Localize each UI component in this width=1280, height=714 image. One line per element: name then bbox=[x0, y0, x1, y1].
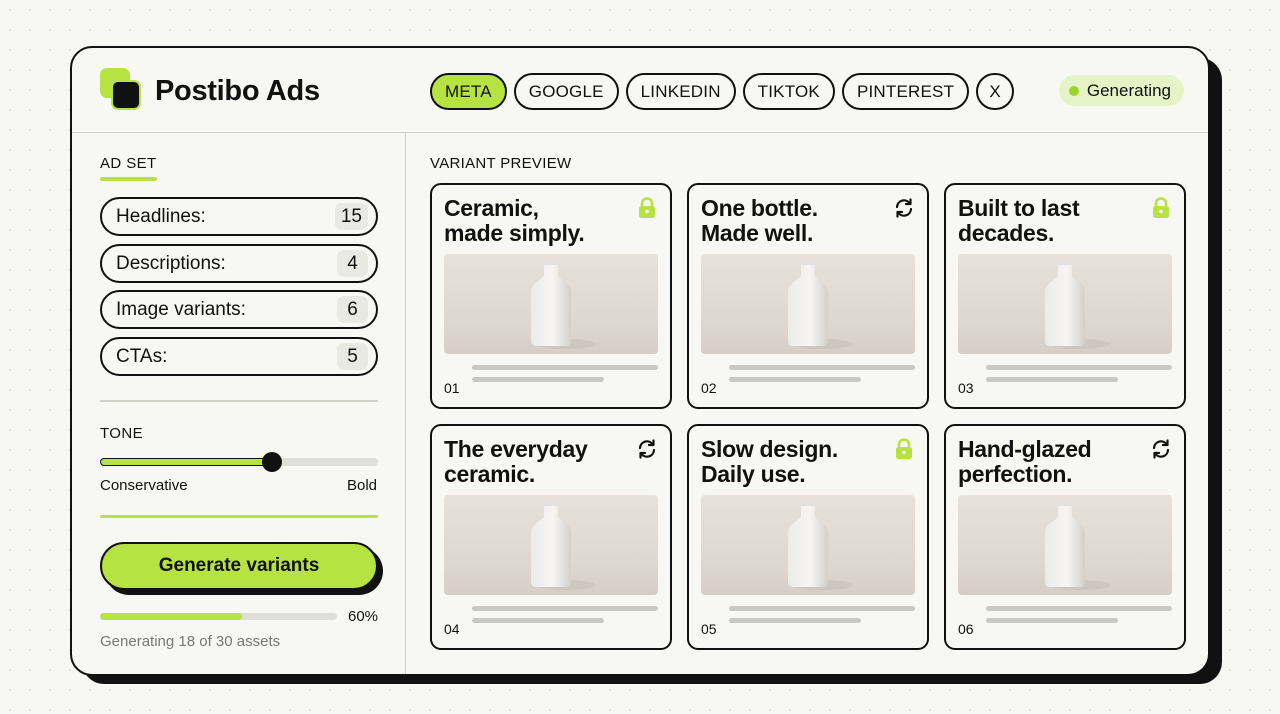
image-variants-label: Image variants: bbox=[116, 298, 246, 320]
variant-grid: Ceramic, made simply. 01 One bottle. Mad… bbox=[430, 183, 1186, 650]
descriptions-value: 4 bbox=[337, 250, 368, 277]
descriptions-count[interactable]: Descriptions: 4 bbox=[100, 244, 378, 283]
logo-icon bbox=[100, 68, 144, 112]
headlines-label: Headlines: bbox=[116, 205, 206, 227]
headlines-count[interactable]: Headlines: 15 bbox=[100, 197, 378, 236]
tone-slider-fill bbox=[100, 458, 273, 466]
sidebar: AD SET Headlines: 15 Descriptions: 4 Ima… bbox=[72, 133, 406, 674]
variant-number: 06 bbox=[958, 621, 974, 637]
sidebar-divider bbox=[100, 400, 378, 402]
ctas-label: CTAs: bbox=[116, 345, 168, 367]
variant-headline-line2: ceramic. bbox=[444, 461, 535, 487]
product-image bbox=[958, 254, 1172, 354]
variant-card-05[interactable]: Slow design. Daily use. 05 bbox=[687, 424, 929, 650]
variant-headline-line1: One bottle. bbox=[701, 195, 818, 221]
tab-pinterest[interactable]: PINTEREST bbox=[841, 73, 970, 110]
tone-min-label: Conservative bbox=[100, 477, 188, 494]
lock-icon[interactable] bbox=[893, 438, 915, 460]
tab-google[interactable]: GOOGLE bbox=[513, 73, 619, 110]
tone-label: TONE bbox=[100, 425, 143, 442]
product-image bbox=[444, 254, 658, 354]
variant-card-04[interactable]: The everyday ceramic. 04 bbox=[430, 424, 672, 650]
variant-headline-line2: made simply. bbox=[444, 220, 585, 246]
tone-slider[interactable] bbox=[100, 452, 378, 472]
progress-bar bbox=[100, 613, 337, 620]
product-image bbox=[958, 495, 1172, 595]
accent-divider bbox=[100, 515, 378, 518]
image-variants-count[interactable]: Image variants: 6 bbox=[100, 290, 378, 329]
refresh-icon[interactable] bbox=[893, 197, 915, 219]
header: Postibo Ads META GOOGLE LINKEDIN TIKTOK … bbox=[72, 48, 1208, 133]
variant-headline-line1: Ceramic, bbox=[444, 195, 539, 221]
progress-status-text: Generating 18 of 30 assets bbox=[100, 633, 281, 650]
variant-card-02[interactable]: One bottle. Made well. 02 bbox=[687, 183, 929, 409]
variant-number: 02 bbox=[701, 380, 717, 396]
variant-card-06[interactable]: Hand-glazed perfection. 06 bbox=[944, 424, 1186, 650]
variant-headline: Ceramic, made simply. bbox=[444, 196, 624, 246]
image-variants-value: 6 bbox=[337, 296, 368, 323]
ctas-value: 5 bbox=[337, 343, 368, 370]
variant-preview-label: VARIANT PREVIEW bbox=[430, 155, 572, 172]
tab-linkedin[interactable]: LINKEDIN bbox=[625, 73, 736, 110]
tab-tiktok[interactable]: TIKTOK bbox=[742, 73, 835, 110]
app-title: Postibo Ads bbox=[155, 75, 320, 107]
variant-headline-line2: decades. bbox=[958, 220, 1055, 246]
variant-headline: Slow design. Daily use. bbox=[701, 437, 881, 487]
tab-meta[interactable]: META bbox=[430, 73, 507, 110]
lock-icon[interactable] bbox=[1150, 197, 1172, 219]
tone-slider-thumb[interactable] bbox=[262, 452, 283, 472]
variant-headline-line2: Daily use. bbox=[701, 461, 806, 487]
progress-percent: 60% bbox=[348, 608, 379, 625]
status-badge: Generating bbox=[1058, 75, 1184, 106]
variant-headline: Built to last decades. bbox=[958, 196, 1138, 246]
variant-headline-line1: Hand-glazed bbox=[958, 436, 1092, 462]
tone-max-label: Bold bbox=[346, 477, 377, 494]
product-image bbox=[444, 495, 658, 595]
variant-preview-panel: VARIANT PREVIEW Ceramic, made simply. 01… bbox=[406, 133, 1208, 674]
ctas-count[interactable]: CTAs: 5 bbox=[100, 337, 378, 376]
variant-headline-line2: perfection. bbox=[958, 461, 1073, 487]
variant-headline-line1: Built to last bbox=[958, 195, 1080, 221]
descriptions-label: Descriptions: bbox=[116, 252, 226, 274]
variant-number: 05 bbox=[701, 621, 717, 637]
variant-headline: The everyday ceramic. bbox=[444, 437, 624, 487]
progress-fill bbox=[100, 613, 243, 620]
variant-headline-line2: Made well. bbox=[701, 220, 814, 246]
status-label: Generating bbox=[1086, 80, 1171, 100]
product-image bbox=[701, 495, 915, 595]
headlines-value: 15 bbox=[334, 203, 368, 230]
variant-number: 04 bbox=[444, 621, 460, 637]
variant-card-01[interactable]: Ceramic, made simply. 01 bbox=[430, 183, 672, 409]
variant-headline-line1: The everyday bbox=[444, 436, 588, 462]
variant-number: 01 bbox=[444, 380, 460, 396]
variant-headline: One bottle. Made well. bbox=[701, 196, 881, 246]
lock-icon[interactable] bbox=[636, 197, 658, 219]
refresh-icon[interactable] bbox=[636, 438, 658, 460]
tab-x[interactable]: X bbox=[976, 73, 1015, 110]
variant-card-03[interactable]: Built to last decades. 03 bbox=[944, 183, 1186, 409]
app-window: Postibo Ads META GOOGLE LINKEDIN TIKTOK … bbox=[70, 46, 1210, 676]
refresh-icon[interactable] bbox=[1150, 438, 1172, 460]
platform-tabs: META GOOGLE LINKEDIN TIKTOK PINTEREST X bbox=[430, 73, 1015, 110]
variant-headline: Hand-glazed perfection. bbox=[958, 437, 1138, 487]
ad-set-underline bbox=[100, 177, 157, 181]
status-dot-icon bbox=[1068, 85, 1079, 96]
variant-headline-line1: Slow design. bbox=[701, 436, 838, 462]
generate-variants-button[interactable]: Generate variants bbox=[100, 542, 378, 590]
ad-set-label: AD SET bbox=[100, 155, 157, 172]
variant-number: 03 bbox=[958, 380, 974, 396]
product-image bbox=[701, 254, 915, 354]
